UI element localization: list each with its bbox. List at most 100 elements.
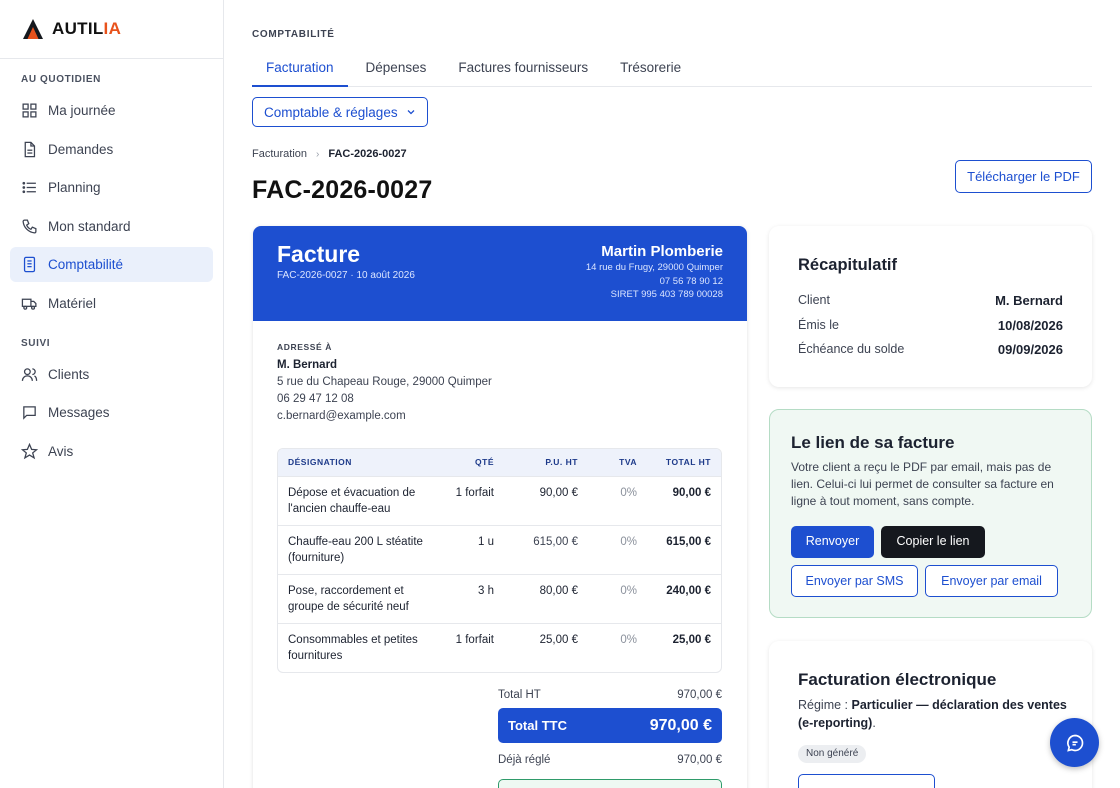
download-pdf-button[interactable]: Télécharger le PDF <box>955 160 1092 193</box>
einvoice-title: Facturation électronique <box>798 670 997 689</box>
invoice-preview: Facture FAC-2026-0027 · 10 août 2026 Mar… <box>253 226 747 788</box>
total-ht-row: Total HT 970,00 € <box>498 684 722 706</box>
table-header-row: DÉSIGNATION QTÉ P.U. HT TVA TOTAL HT <box>278 449 721 476</box>
chat-icon <box>1066 734 1083 752</box>
recap-label: Client <box>798 293 830 307</box>
sidebar-item-clients[interactable]: Clients <box>10 357 213 392</box>
tab-bar: Facturation Dépenses Factures fournisseu… <box>252 51 1092 87</box>
recap-label: Émis le <box>798 318 839 332</box>
brand-name: AUTILIA <box>52 19 122 38</box>
breadcrumb-current: FAC-2026-0027 <box>328 148 407 160</box>
line-designation: Chauffe-eau 200 L stéatite (fourniture) <box>278 524 441 574</box>
tab-facturation[interactable]: Facturation <box>252 51 348 87</box>
line-total: 240,00 € <box>647 573 721 623</box>
page-title: FAC-2026-0027 <box>252 176 433 204</box>
col-unit-price: P.U. HT <box>504 449 588 476</box>
line-designation: Pose, raccordement et groupe de sécurité… <box>278 573 441 623</box>
message-icon <box>20 404 38 422</box>
breadcrumb-link-facturation[interactable]: Facturation <box>252 148 307 160</box>
regime-end: . <box>872 716 876 730</box>
tab-tresorerie[interactable]: Trésorerie <box>606 51 695 87</box>
line-qty: 1 forfait <box>441 622 504 672</box>
ledger-icon <box>20 256 38 274</box>
line-tva: 0% <box>588 573 647 623</box>
sidebar-item-planning[interactable]: Planning <box>10 170 213 205</box>
client-phone: 06 29 47 12 08 <box>277 393 354 405</box>
paid-value: 970,00 € <box>677 754 722 766</box>
line-total: 615,00 € <box>647 524 721 574</box>
recap-row-client: Client M. Bernard <box>798 293 1063 308</box>
line-unit-price: 80,00 € <box>504 573 588 623</box>
sidebar-item-label: Messages <box>48 405 110 420</box>
sidebar-item-label: Avis <box>48 443 74 459</box>
sidebar-item-label: Ma journée <box>48 103 116 118</box>
total-ttc-row: Total TTC 970,00 € <box>498 708 722 743</box>
truck-icon <box>20 294 38 312</box>
sidebar: AUTILIA AU QUOTIDIEN Ma journée Demandes… <box>0 0 224 788</box>
nav-section-daily: AU QUOTIDIEN <box>21 74 101 85</box>
main-content: COMPTABILITÉ Facturation Dépenses Factur… <box>224 0 1120 788</box>
line-unit-price: 615,00 € <box>504 524 588 574</box>
recap-title: Récapitulatif <box>798 256 898 274</box>
send-sms-button[interactable]: Envoyer par SMS <box>791 565 918 597</box>
accounting-settings-select[interactable]: Comptable & réglages <box>252 97 428 127</box>
chevron-down-icon <box>407 110 415 115</box>
generate-button[interactable] <box>798 774 935 788</box>
share-title: Le lien de sa facture <box>791 433 955 452</box>
logo[interactable]: AUTILIA <box>0 0 223 59</box>
list-icon <box>20 179 38 197</box>
sidebar-item-ma-journee[interactable]: Ma journée <box>10 93 213 128</box>
line-qty: 1 forfait <box>441 475 504 525</box>
paid-row: Déjà réglé 970,00 € <box>498 749 722 771</box>
document-icon <box>20 140 38 158</box>
sidebar-item-label: Clients <box>48 366 90 382</box>
total-ht-label: Total HT <box>498 689 541 701</box>
tab-factures-fournisseurs[interactable]: Factures fournisseurs <box>444 51 602 87</box>
resend-button[interactable]: Renvoyer <box>791 526 874 558</box>
line-total: 90,00 € <box>647 475 721 525</box>
tab-depenses[interactable]: Dépenses <box>352 51 441 87</box>
status-badge: Non généré <box>798 745 867 763</box>
breadcrumb: Facturation › FAC-2026-0027 <box>252 148 407 160</box>
total-ttc-label: Total TTC <box>508 718 567 733</box>
recap-value: M. Bernard <box>995 293 1063 308</box>
line-designation: Dépose et évacuation de l'ancien chauffe… <box>278 475 441 525</box>
sidebar-item-avis[interactable]: Avis <box>10 434 213 469</box>
line-unit-price: 25,00 € <box>504 622 588 672</box>
col-qty: QTÉ <box>441 449 504 476</box>
copy-link-button[interactable]: Copier le lien <box>881 526 985 558</box>
chevron-right-icon: › <box>316 148 320 160</box>
sidebar-item-materiel[interactable]: Matériel <box>10 286 213 321</box>
send-email-button[interactable]: Envoyer par email <box>925 565 1058 597</box>
invoice-lines-table: DÉSIGNATION QTÉ P.U. HT TVA TOTAL HT Dép… <box>277 448 722 673</box>
chat-button[interactable] <box>1050 718 1099 767</box>
section-label: COMPTABILITÉ <box>252 29 335 40</box>
line-tva: 0% <box>588 622 647 672</box>
recap-card: Récapitulatif Client M. Bernard Émis le … <box>769 226 1092 387</box>
e-invoicing-card: Facturation électronique Régime : Partic… <box>769 641 1092 788</box>
sidebar-item-comptabilite[interactable]: Comptabilité <box>10 247 213 282</box>
select-label: Comptable & réglages <box>264 104 398 120</box>
line-qty: 3 h <box>441 573 504 623</box>
table-row: Pose, raccordement et groupe de sécurité… <box>278 573 721 623</box>
users-icon <box>20 365 38 383</box>
sidebar-item-demandes[interactable]: Demandes <box>10 132 213 167</box>
vendor-phone: 07 56 78 90 12 <box>659 275 723 287</box>
sidebar-item-label: Planning <box>48 180 101 195</box>
client-street: 5 rue du Chapeau Rouge, 29000 Quimper <box>277 376 492 388</box>
sidebar-item-label: Comptabilité <box>48 257 124 272</box>
col-tva: TVA <box>588 449 647 476</box>
client-address: ADRESSÉ À M. Bernard 5 rue du Chapeau Ro… <box>277 342 492 425</box>
line-designation: Consommables et petites fournitures <box>278 622 441 672</box>
recap-row-issued: Émis le 10/08/2026 <box>798 318 1063 333</box>
vendor-name: Martin Plomberie <box>601 243 723 260</box>
line-qty: 1 u <box>441 524 504 574</box>
regime-label: Régime : <box>798 698 849 712</box>
star-icon <box>20 442 38 460</box>
recap-value: 09/09/2026 <box>997 342 1063 357</box>
recap-value: 10/08/2026 <box>997 318 1063 333</box>
sidebar-item-mon-standard[interactable]: Mon standard <box>10 209 213 244</box>
line-tva: 0% <box>588 475 647 525</box>
sidebar-item-messages[interactable]: Messages <box>10 395 213 430</box>
vendor-address: 14 rue du Frugy, 29000 Quimper <box>585 262 723 273</box>
